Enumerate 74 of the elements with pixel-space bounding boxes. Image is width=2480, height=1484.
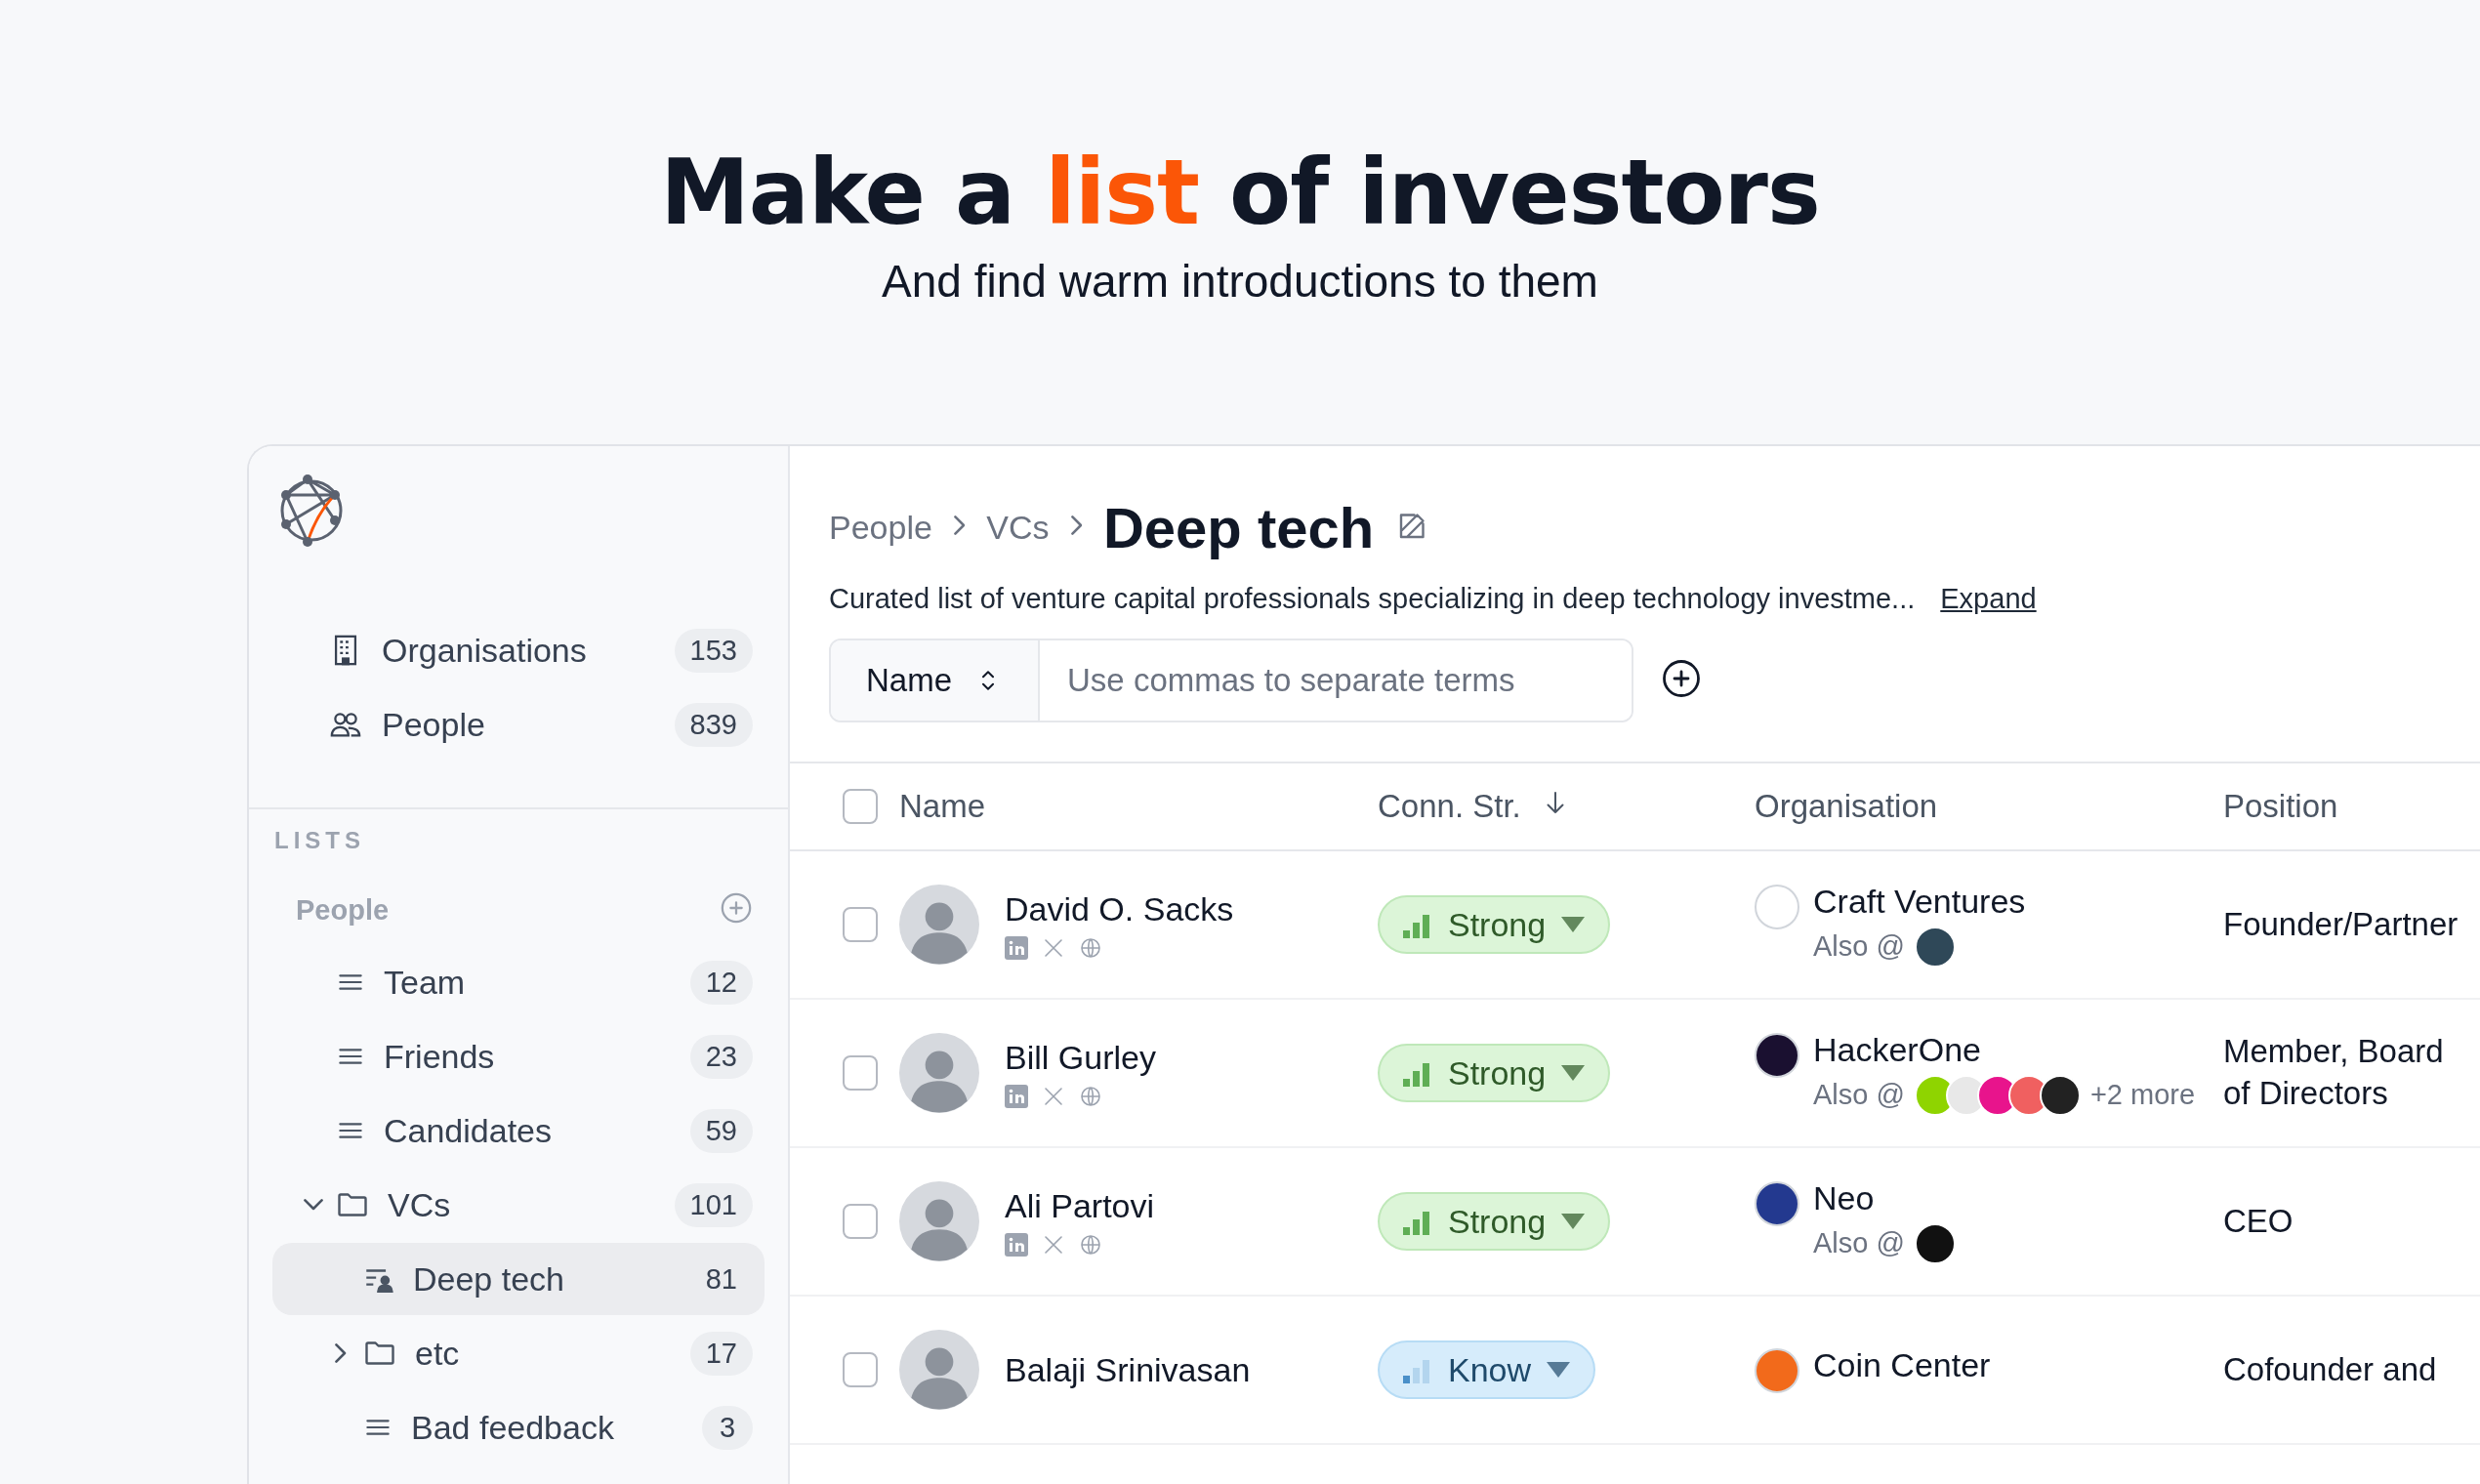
globe-icon: [1079, 1084, 1102, 1108]
caret-down-icon: [1547, 1362, 1571, 1378]
expand-link[interactable]: Expand: [1940, 583, 2037, 615]
item-count: 101: [674, 1182, 753, 1227]
chevron-right-icon: [335, 1343, 347, 1363]
hero-subtitle: And find warm introductions to them: [882, 254, 1598, 308]
chevron-down-icon: [304, 1199, 323, 1211]
connection-strength-dropdown[interactable]: Know: [1378, 1340, 1596, 1399]
also-at-label: Also @: [1813, 930, 1905, 963]
sidebar-list-item[interactable]: Team 12: [272, 946, 765, 1018]
position-text: CEO: [2223, 1201, 2294, 1241]
organisation-name[interactable]: Craft Ventures: [1813, 882, 2026, 921]
item-count: 23: [689, 1034, 753, 1079]
position-text: Cofounder and: [2223, 1349, 2438, 1389]
connection-strength-dropdown[interactable]: Strong: [1378, 1192, 1611, 1251]
filter-field[interactable]: Name Use commas to separate terms: [829, 639, 1633, 722]
organisation-name[interactable]: Neo: [1813, 1178, 1956, 1217]
chevron-right-icon: [1070, 515, 1082, 535]
list-description: Curated list of venture capital professionals specializing in deep technology investme...: [829, 583, 1916, 615]
also-at-label: Also @: [1813, 1079, 1905, 1111]
linkedin-icon[interactable]: [1005, 1084, 1028, 1108]
position-text: Founder/Partner: [2223, 904, 2458, 944]
globe-icon: [1079, 935, 1102, 960]
sidebar-list-item[interactable]: Deep tech 81: [272, 1243, 765, 1315]
linkedin-icon[interactable]: [1005, 935, 1028, 960]
item-count: 59: [689, 1108, 753, 1153]
caret-down-icon: [1561, 1065, 1586, 1081]
item-count: 839: [674, 702, 753, 747]
person-name[interactable]: Balaji Srinivasan: [1005, 1350, 1251, 1389]
checkbox[interactable]: [843, 1204, 878, 1239]
item-count: 17: [689, 1331, 753, 1376]
item-count: 153: [674, 628, 753, 673]
connection-strength-dropdown[interactable]: Strong: [1378, 895, 1611, 954]
column-header[interactable]: Name: [899, 788, 986, 825]
column-header[interactable]: Position: [2223, 788, 2338, 825]
person-name[interactable]: Ali Partovi: [1005, 1186, 1155, 1225]
page-title: Deep tech: [1102, 494, 1375, 560]
sidebar-list-item[interactable]: etc 17: [272, 1317, 765, 1389]
more-count[interactable]: +2 more: [2089, 1079, 2196, 1111]
caret-down-icon: [1561, 917, 1586, 932]
globe-icon: [1079, 1232, 1102, 1257]
field-selector[interactable]: Name: [831, 640, 1041, 721]
checkbox[interactable]: [843, 1055, 878, 1091]
checkbox[interactable]: [843, 789, 878, 824]
caret-down-icon: [1561, 1214, 1586, 1229]
column-header[interactable]: Conn. Str.: [1378, 788, 1521, 825]
also-at-label: Also @: [1813, 1227, 1905, 1259]
chevron-right-icon: [953, 515, 966, 535]
item-count: 3: [702, 1405, 753, 1450]
add-filter-icon: [1661, 658, 1702, 699]
sidebar-nav-item[interactable]: People 839: [272, 690, 765, 759]
organisation-name[interactable]: HackerOne: [1813, 1030, 2196, 1069]
sidebar-list-item[interactable]: VCs 101: [272, 1169, 765, 1241]
organisation-name[interactable]: Coin Center: [1813, 1346, 1991, 1384]
sidebar-nav-item[interactable]: Organisations 153: [272, 616, 765, 684]
item-count: 12: [689, 960, 753, 1005]
position-text: Member, Board of Directors: [2223, 1032, 2445, 1113]
sidebar-list-item[interactable]: Friends 23: [272, 1020, 765, 1092]
linkedin-icon[interactable]: [1005, 1232, 1028, 1257]
checkbox[interactable]: [843, 907, 878, 942]
breadcrumb-link[interactable]: People: [829, 508, 932, 547]
person-name[interactable]: Bill Gurley: [1005, 1038, 1156, 1077]
column-header[interactable]: Organisation: [1755, 788, 1938, 825]
person-name[interactable]: David O. Sacks: [1005, 889, 1234, 928]
breadcrumb-link[interactable]: VCs: [986, 508, 1050, 547]
group-label: People: [296, 893, 390, 927]
connection-strength-dropdown[interactable]: Strong: [1378, 1044, 1611, 1102]
section-label: LISTS: [274, 827, 366, 854]
checkbox[interactable]: [843, 1352, 878, 1387]
hero-title: Make a list of investors: [660, 146, 1820, 241]
add-list-icon: [720, 891, 753, 925]
sidebar-list-item[interactable]: Bad feedback 3: [272, 1391, 765, 1463]
item-count: 81: [704, 1261, 738, 1297]
sidebar-list-item[interactable]: Candidates 59: [272, 1094, 765, 1167]
